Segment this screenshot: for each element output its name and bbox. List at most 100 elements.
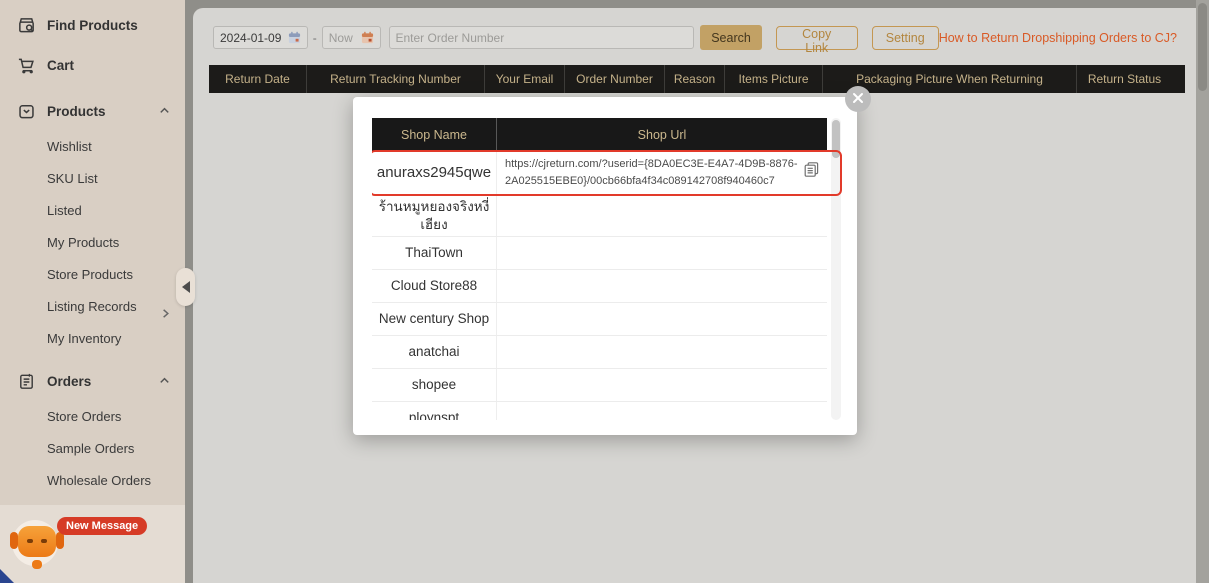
new-message-badge[interactable]: New Message bbox=[57, 517, 147, 535]
sidebar: Find Products Cart Products Wishlist SKU Lis… bbox=[0, 0, 185, 583]
sidebar-item-label: My Inventory bbox=[47, 331, 121, 346]
sidebar-collapse-handle[interactable] bbox=[176, 268, 195, 306]
chat-widget[interactable]: New Message bbox=[0, 505, 185, 583]
sidebar-item-label: Listing Records bbox=[47, 299, 137, 314]
sidebar-item-store-orders[interactable]: Store Orders bbox=[0, 401, 185, 433]
chevron-up-icon bbox=[158, 104, 172, 118]
sidebar-item-label: Listed bbox=[47, 203, 82, 218]
shop-url-modal: Shop Name Shop Url anuraxs2945qwehttps:/… bbox=[353, 97, 857, 435]
chevron-up-icon bbox=[158, 374, 172, 388]
shop-name-cell: ThaiTown bbox=[372, 237, 497, 269]
sidebar-item-label: My Products bbox=[47, 235, 119, 250]
sidebar-item-wholesale-orders[interactable]: Wholesale Orders bbox=[0, 465, 185, 497]
sidebar-item-label: Store Orders bbox=[47, 409, 121, 424]
sidebar-item-sku-list[interactable]: SKU List bbox=[0, 163, 185, 195]
orders-table-header: Return DateReturn Tracking NumberYour Em… bbox=[209, 65, 1185, 93]
shop-row[interactable]: ThaiTown bbox=[372, 237, 827, 270]
modal-scrollbar-thumb[interactable] bbox=[832, 120, 840, 158]
shop-row[interactable]: ploynspt bbox=[372, 402, 827, 420]
sidebar-item-listed[interactable]: Listed bbox=[0, 195, 185, 227]
shop-table-body: anuraxs2945qwehttps://cjreturn.com/?user… bbox=[372, 152, 827, 420]
cart-icon bbox=[16, 55, 36, 75]
shop-name-cell: ร้านหมูหยองจริงหงี่เฮียง bbox=[372, 195, 497, 236]
copy-link-button[interactable]: Copy Link bbox=[776, 26, 858, 50]
shop-name-cell: anuraxs2945qwe bbox=[372, 152, 497, 194]
sidebar-item-label: Find Products bbox=[47, 18, 138, 33]
orders-column-return-date: Return Date bbox=[209, 65, 307, 93]
shop-url-cell bbox=[497, 336, 827, 368]
corner-decoration bbox=[0, 569, 14, 583]
sidebar-item-label: SKU List bbox=[47, 171, 98, 186]
shop-url-cell: https://cjreturn.com/?userid={8DA0EC3E-E… bbox=[497, 152, 827, 194]
calendar-icon bbox=[288, 31, 301, 44]
collapse-arrow-icon bbox=[182, 281, 190, 293]
shop-row[interactable]: anuraxs2945qwehttps://cjreturn.com/?user… bbox=[372, 152, 827, 195]
shop-url-cell bbox=[497, 402, 827, 420]
orders-column-items-picture: Items Picture bbox=[725, 65, 823, 93]
shop-name-cell: Cloud Store88 bbox=[372, 270, 497, 302]
order-number-value[interactable] bbox=[396, 31, 688, 45]
sidebar-item-wishlist[interactable]: Wishlist bbox=[0, 131, 185, 163]
shop-table-header: Shop Name Shop Url bbox=[372, 118, 827, 152]
shop-name-cell: anatchai bbox=[372, 336, 497, 368]
sidebar-item-cart[interactable]: Cart bbox=[0, 45, 185, 85]
orders-column-return-tracking-number: Return Tracking Number bbox=[307, 65, 485, 93]
orders-icon bbox=[16, 371, 36, 391]
shop-row[interactable]: anatchai bbox=[372, 336, 827, 369]
close-icon bbox=[852, 92, 864, 107]
orders-column-order-number: Order Number bbox=[565, 65, 665, 93]
date-from-value[interactable] bbox=[220, 31, 284, 45]
shop-row[interactable]: New century Shop bbox=[372, 303, 827, 336]
sidebar-item-listing-records[interactable]: Listing Records bbox=[0, 291, 185, 323]
shop-url-cell bbox=[497, 237, 827, 269]
modal-close-button[interactable] bbox=[845, 86, 871, 112]
sidebar-item-label: Sample Orders bbox=[47, 441, 134, 456]
sidebar-item-orders[interactable]: Orders bbox=[0, 361, 185, 401]
products-icon bbox=[16, 101, 36, 121]
copy-icon[interactable] bbox=[803, 161, 820, 178]
orders-column-return-status: Return Status bbox=[1077, 65, 1172, 93]
sidebar-item-label: Products bbox=[47, 104, 106, 119]
date-from-input[interactable] bbox=[213, 26, 308, 49]
shop-name-cell: New century Shop bbox=[372, 303, 497, 335]
sidebar-item-store-products[interactable]: Store Products bbox=[0, 259, 185, 291]
shop-name-column-header: Shop Name bbox=[372, 118, 497, 152]
modal-scrollbar[interactable] bbox=[831, 118, 841, 420]
shop-row[interactable]: ร้านหมูหยองจริงหงี่เฮียง bbox=[372, 195, 827, 237]
how-to-return-link[interactable]: How to Return Dropshipping Orders to CJ? bbox=[939, 31, 1177, 45]
shop-row[interactable]: Cloud Store88 bbox=[372, 270, 827, 303]
sidebar-item-find-products[interactable]: Find Products bbox=[0, 5, 185, 45]
date-to-value[interactable] bbox=[329, 31, 357, 45]
orders-column-your-email: Your Email bbox=[485, 65, 565, 93]
sidebar-item-products[interactable]: Products bbox=[0, 91, 185, 131]
sidebar-item-sample-orders[interactable]: Sample Orders bbox=[0, 433, 185, 465]
sidebar-item-label: Wholesale Orders bbox=[47, 473, 151, 488]
sidebar-item-label: Cart bbox=[47, 58, 74, 73]
sidebar-item-my-inventory[interactable]: My Inventory bbox=[0, 323, 185, 355]
find-products-icon bbox=[16, 15, 36, 35]
shop-row[interactable]: shopee bbox=[372, 369, 827, 402]
orders-column-reason: Reason bbox=[665, 65, 725, 93]
date-range-separator: - bbox=[313, 31, 317, 45]
window-scrollbar-thumb[interactable] bbox=[1198, 3, 1207, 91]
sidebar-item-label: Orders bbox=[47, 374, 91, 389]
sidebar-item-my-products[interactable]: My Products bbox=[0, 227, 185, 259]
shop-url-cell bbox=[497, 195, 827, 236]
shop-name-cell: shopee bbox=[372, 369, 497, 401]
shop-url-column-header: Shop Url bbox=[497, 118, 827, 152]
window-scrollbar[interactable] bbox=[1196, 0, 1209, 583]
shop-url-cell bbox=[497, 369, 827, 401]
shop-url-text: https://cjreturn.com/?userid={8DA0EC3E-E… bbox=[505, 156, 799, 190]
shop-name-cell: ploynspt bbox=[372, 402, 497, 420]
sidebar-menu: Find Products Cart Products Wishlist SKU Lis… bbox=[0, 0, 185, 529]
filter-toolbar: - Search Copy Link Setting How to Return… bbox=[193, 8, 1209, 50]
order-number-input[interactable] bbox=[389, 26, 695, 49]
sidebar-item-label: Wishlist bbox=[47, 139, 92, 154]
search-button[interactable]: Search bbox=[700, 25, 761, 50]
setting-button[interactable]: Setting bbox=[872, 26, 939, 50]
shop-url-cell bbox=[497, 303, 827, 335]
sidebar-item-label: Store Products bbox=[47, 267, 133, 282]
calendar-icon bbox=[361, 31, 374, 44]
date-to-input[interactable] bbox=[322, 26, 381, 49]
shop-url-cell bbox=[497, 270, 827, 302]
